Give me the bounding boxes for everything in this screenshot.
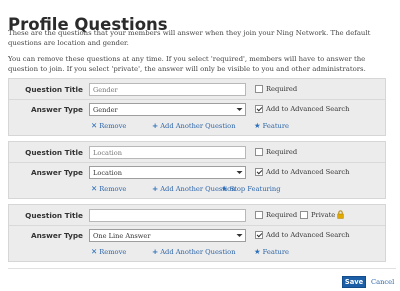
- feature-label: Feature: [262, 248, 290, 256]
- remove-button[interactable]: ✕ Remove: [91, 247, 126, 256]
- answer-type-select[interactable]: Location: [89, 166, 246, 179]
- advanced-search-label: Add to Advanced Search: [266, 105, 350, 113]
- x-icon: ✕: [91, 121, 98, 130]
- required-checkbox[interactable]: [255, 148, 263, 156]
- advanced-search-checkbox[interactable]: [255, 231, 263, 239]
- question-actions: ✕ Remove + Add Another Question ★ Feature: [9, 246, 385, 258]
- answer-type-select[interactable]: One Line Answer: [89, 229, 246, 242]
- plus-icon: +: [152, 121, 159, 130]
- answer-type-select[interactable]: Gender: [89, 103, 246, 116]
- advanced-search-label: Add to Advanced Search: [266, 168, 350, 176]
- x-icon: ✕: [91, 184, 98, 193]
- add-another-question-label: Add Another Question: [160, 248, 236, 256]
- chevron-down-icon: [236, 171, 243, 174]
- question-title-row: Question Title Required: [9, 81, 385, 99]
- feature-label: Feature: [262, 122, 290, 130]
- row-divider: [9, 162, 385, 163]
- question-actions: ✕ Remove + Add Another Question ★ Stop Feat…: [9, 183, 385, 195]
- lock-icon: [337, 210, 344, 219]
- row-divider: [9, 225, 385, 226]
- row-divider: [9, 99, 385, 100]
- feature-button[interactable]: ★ Feature: [254, 247, 289, 256]
- footer-divider: [8, 268, 396, 269]
- answer-type-row: Answer Type Location Add to Advanced Sea…: [9, 164, 385, 182]
- remove-label: Remove: [99, 248, 127, 256]
- chevron-down-icon: [236, 234, 243, 237]
- answer-type-value: Gender: [93, 106, 118, 114]
- private-checkbox[interactable]: [300, 211, 308, 219]
- required-label: Required: [266, 85, 298, 93]
- advanced-search-label: Add to Advanced Search: [266, 231, 350, 239]
- question-title-row: Question Title Required: [9, 144, 385, 162]
- question-title-input[interactable]: [89, 209, 246, 222]
- answer-type-label: Answer Type: [30, 168, 83, 177]
- feature-button[interactable]: ★ Feature: [254, 121, 289, 130]
- x-icon: ✕: [91, 247, 98, 256]
- advanced-search-checkbox[interactable]: [255, 105, 263, 113]
- star-icon: ★: [254, 121, 261, 130]
- star-icon: ★: [254, 247, 261, 256]
- answer-type-value: Location: [93, 169, 122, 177]
- required-label: Required: [266, 211, 298, 219]
- remove-label: Remove: [99, 122, 127, 130]
- question-block-1: Question Title Required Answer Type Gend…: [8, 78, 386, 136]
- question-title-row: Question Title Required Private: [9, 207, 385, 225]
- plus-icon: +: [152, 247, 159, 256]
- private-label: Private: [311, 211, 336, 219]
- answer-type-label: Answer Type: [30, 231, 83, 240]
- question-title-input[interactable]: [89, 146, 246, 159]
- answer-type-row: Answer Type One Line Answer Add to Advan…: [9, 227, 385, 245]
- remove-label: Remove: [99, 185, 127, 193]
- star-off-icon: ★: [221, 184, 228, 193]
- remove-button[interactable]: ✕ Remove: [91, 184, 126, 193]
- required-checkbox[interactable]: [255, 85, 263, 93]
- question-title-label: Question Title: [25, 211, 83, 220]
- question-actions: ✕ Remove + Add Another Question ★ Feature: [9, 120, 385, 132]
- intro-text: These are the questions that your member…: [8, 29, 371, 47]
- required-label: Required: [266, 148, 298, 156]
- remove-button[interactable]: ✕ Remove: [91, 121, 126, 130]
- answer-type-value: One Line Answer: [93, 232, 151, 240]
- add-another-question-button[interactable]: + Add Another Question: [152, 121, 236, 130]
- question-title-label: Question Title: [25, 148, 83, 157]
- cancel-link[interactable]: Cancel: [371, 278, 394, 286]
- add-another-question-button[interactable]: + Add Another Question: [152, 247, 236, 256]
- question-title-label: Question Title: [25, 85, 83, 94]
- plus-icon: +: [152, 184, 159, 193]
- answer-type-row: Answer Type Gender Add to Advanced Searc…: [9, 101, 385, 119]
- stop-featuring-label: Stop Featuring: [229, 185, 281, 193]
- question-block-2: Question Title Required Answer Type Loca…: [8, 141, 386, 199]
- intro-text-privacy: You can remove these questions at any ti…: [8, 55, 366, 73]
- question-title-input[interactable]: [89, 83, 246, 96]
- chevron-down-icon: [236, 108, 243, 111]
- add-another-question-label: Add Another Question: [160, 122, 236, 130]
- save-button[interactable]: Save: [342, 276, 366, 288]
- question-block-3: Question Title Required Private Answer T…: [8, 204, 386, 262]
- answer-type-label: Answer Type: [30, 105, 83, 114]
- advanced-search-checkbox[interactable]: [255, 168, 263, 176]
- stop-featuring-button[interactable]: ★ Stop Featuring: [221, 184, 280, 193]
- required-checkbox[interactable]: [255, 211, 263, 219]
